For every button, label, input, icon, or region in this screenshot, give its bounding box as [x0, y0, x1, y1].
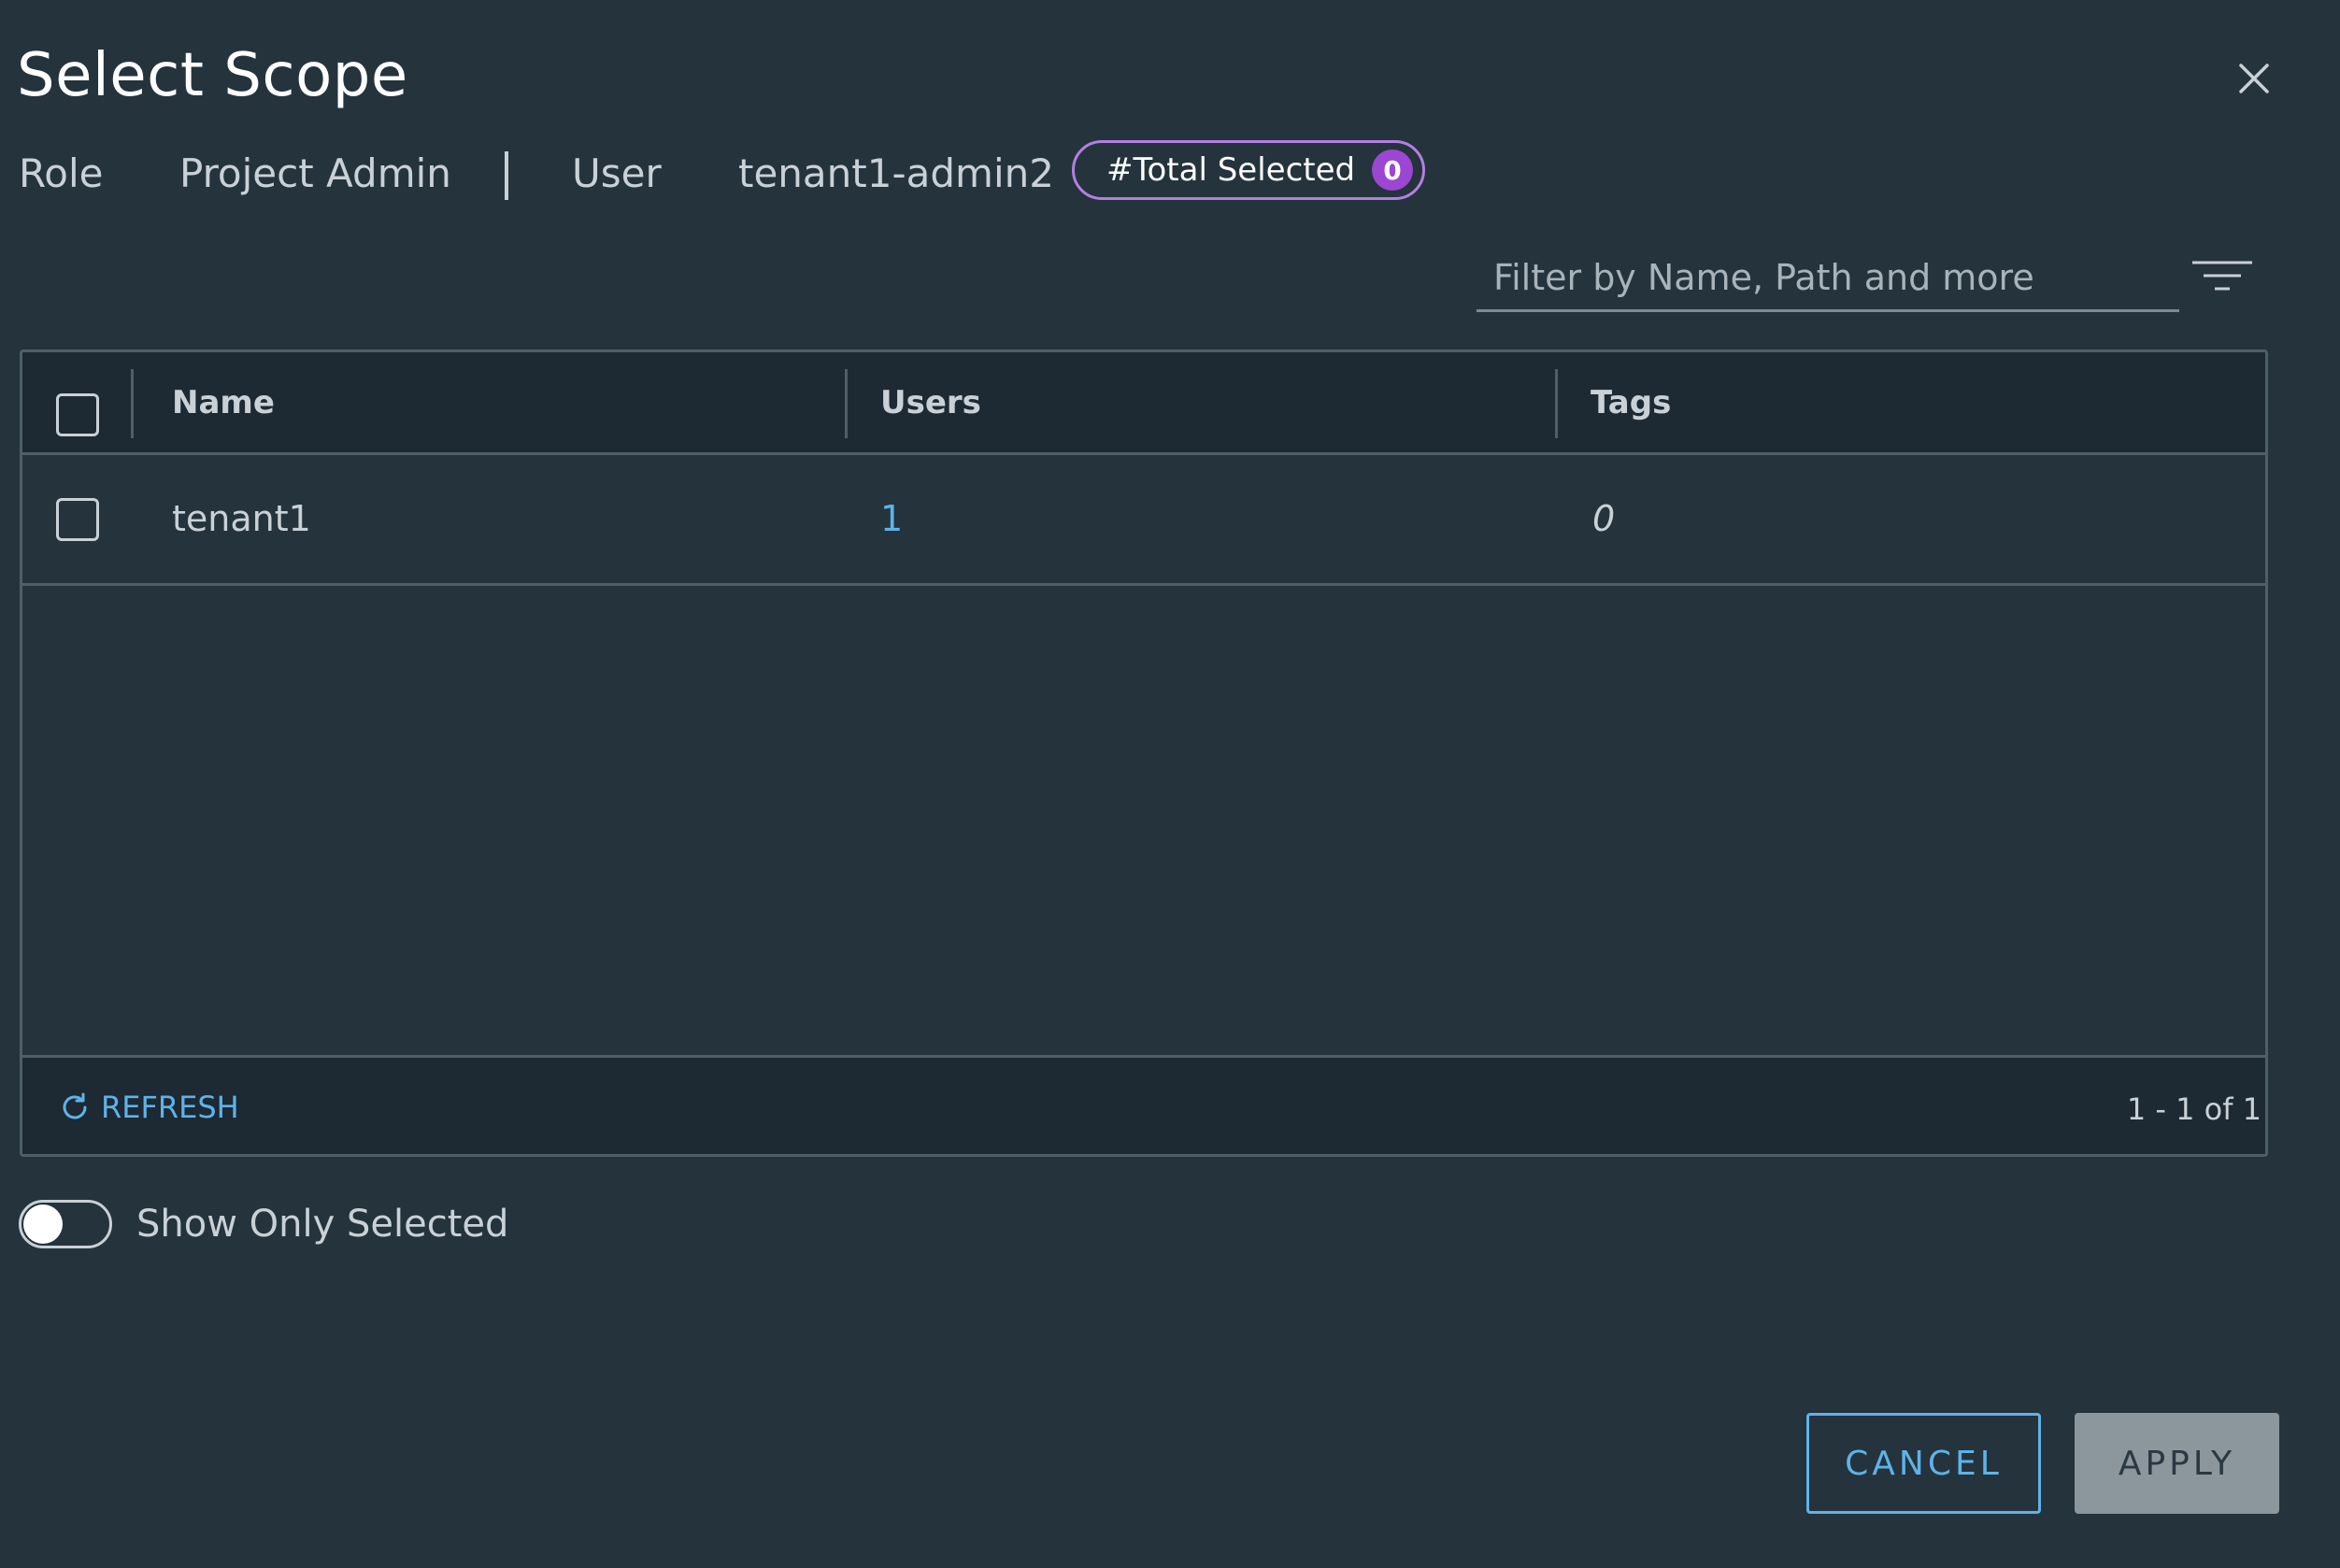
column-header-name[interactable]: Name	[172, 384, 275, 421]
row-name: tenant1	[172, 498, 311, 539]
role-label: Role	[19, 150, 104, 196]
close-icon	[2239, 64, 2269, 93]
dialog-title: Select Scope	[17, 41, 408, 110]
column-separator[interactable]	[1555, 369, 1558, 438]
show-only-selected-toggle[interactable]	[19, 1200, 112, 1248]
total-selected-count: 0	[1372, 150, 1413, 191]
role-value: Project Admin	[179, 150, 451, 196]
refresh-button[interactable]: REFRESH	[58, 1090, 239, 1125]
column-separator	[131, 369, 134, 438]
total-selected-label: #Total Selected	[1106, 151, 1356, 189]
scope-table: Name Users Tags tenant1 1 0 REFRESH 1 - …	[20, 349, 2268, 1157]
table-header: Name Users Tags	[22, 352, 2265, 455]
column-header-users[interactable]: Users	[880, 384, 981, 421]
refresh-label: REFRESH	[101, 1090, 239, 1125]
row-tags: 0	[1592, 498, 1616, 539]
row-checkbox[interactable]	[56, 498, 99, 541]
context-divider	[505, 151, 508, 200]
user-value: tenant1-admin2	[738, 150, 1054, 196]
column-separator[interactable]	[845, 369, 848, 438]
filter-input[interactable]	[1477, 245, 2179, 312]
close-button[interactable]	[2233, 58, 2275, 99]
table-row[interactable]: tenant1 1 0	[22, 455, 2265, 586]
show-only-selected-label: Show Only Selected	[136, 1203, 509, 1246]
column-header-tags[interactable]: Tags	[1591, 384, 1671, 421]
row-users-link[interactable]: 1	[880, 498, 903, 539]
filter-button[interactable]	[2190, 258, 2254, 295]
pagination-info: 1 - 1 of 1	[2126, 1091, 2262, 1127]
select-all-checkbox[interactable]	[56, 393, 99, 436]
refresh-icon	[63, 1092, 87, 1119]
table-footer: REFRESH 1 - 1 of 1	[22, 1055, 2265, 1154]
toggle-knob	[23, 1205, 63, 1244]
cancel-button[interactable]: CANCEL	[1806, 1413, 2041, 1514]
user-label: User	[572, 150, 662, 196]
filter-icon	[2192, 261, 2252, 291]
apply-button[interactable]: APPLY	[2075, 1413, 2279, 1514]
total-selected-badge[interactable]: #Total Selected 0	[1072, 140, 1425, 200]
